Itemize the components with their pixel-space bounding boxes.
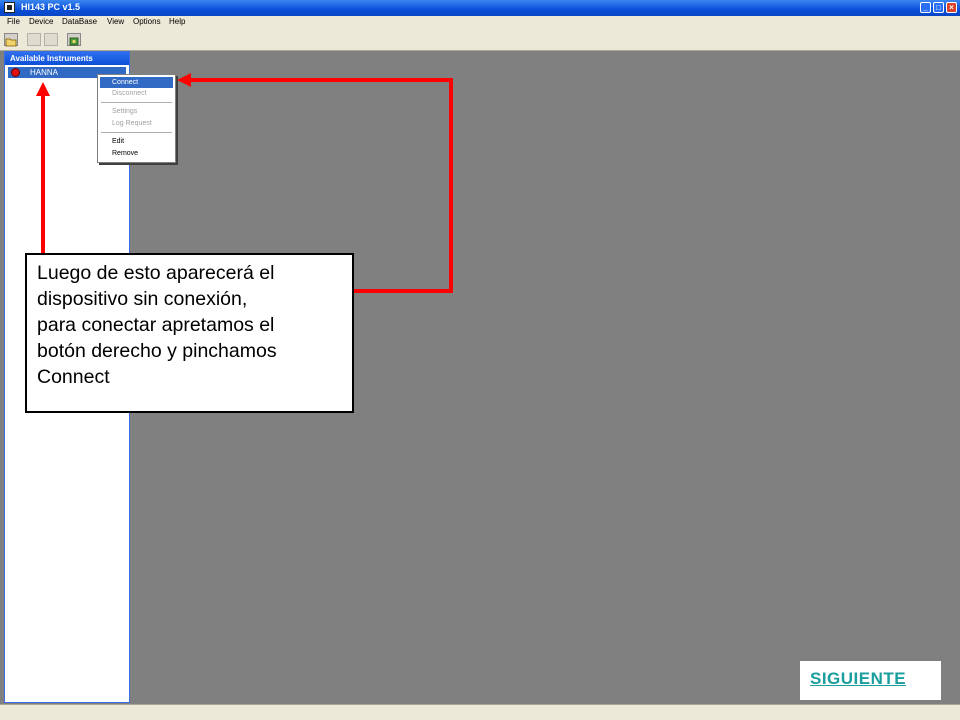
title-bar[interactable]: HI143 PC v1.5 _ □ × xyxy=(0,0,960,16)
instruction-callout: Luego de esto aparecerá el dispositivo s… xyxy=(25,253,354,413)
arrow-up-head-icon xyxy=(36,82,50,96)
callout-line: Connect xyxy=(37,366,110,388)
menu-item-remove[interactable]: Remove xyxy=(100,148,173,159)
panel-title: Available Instruments xyxy=(5,52,129,65)
maximize-button[interactable]: □ xyxy=(933,2,944,13)
status-bar xyxy=(0,704,960,720)
menu-file[interactable]: File xyxy=(7,17,20,26)
arrow-left-head-icon xyxy=(177,73,191,87)
menu-separator xyxy=(101,132,172,133)
callout-line: botón derecho y pinchamos xyxy=(37,340,277,362)
menu-options[interactable]: Options xyxy=(133,17,161,26)
window-title: HI143 PC v1.5 xyxy=(21,2,81,12)
arrow-to-instrument xyxy=(41,95,45,255)
arrow-segment-bottom xyxy=(352,289,453,293)
menu-item-log-request: Log Request xyxy=(112,120,152,127)
disabled-tool-icon xyxy=(44,33,58,46)
context-menu: Connect Disconnect Settings Log Request … xyxy=(97,74,176,163)
menu-item-connect[interactable]: Connect xyxy=(100,77,173,88)
menu-view[interactable]: View xyxy=(107,17,124,26)
minimize-button[interactable]: _ xyxy=(920,2,931,13)
connect-device-icon[interactable] xyxy=(67,33,81,46)
callout-line: para conectar apretamos el xyxy=(37,314,275,336)
callout-line: dispositivo sin conexión, xyxy=(37,288,248,310)
open-folder-icon[interactable] xyxy=(4,33,18,47)
disabled-tool-icon xyxy=(27,33,41,46)
app-icon xyxy=(4,2,15,13)
toolbar xyxy=(0,30,960,51)
callout-line: Luego de esto aparecerá el xyxy=(37,262,275,284)
disconnected-status-icon xyxy=(11,68,20,77)
instrument-label: HANNA xyxy=(30,68,59,77)
next-link[interactable]: SIGUIENTE xyxy=(810,669,906,689)
next-button[interactable]: SIGUIENTE xyxy=(800,661,941,700)
menu-database[interactable]: DataBase xyxy=(62,17,97,26)
menu-device[interactable]: Device xyxy=(29,17,53,26)
menu-help[interactable]: Help xyxy=(169,17,185,26)
menu-item-disconnect: Disconnect xyxy=(112,90,147,97)
menu-bar: File Device DataBase View Options Help xyxy=(0,16,960,30)
menu-item-settings: Settings xyxy=(112,108,138,115)
close-button[interactable]: × xyxy=(946,2,957,13)
menu-item-edit[interactable]: Edit xyxy=(100,136,173,147)
arrow-segment-vertical xyxy=(449,78,453,293)
arrow-segment-top xyxy=(190,78,453,82)
menu-separator xyxy=(101,102,172,103)
